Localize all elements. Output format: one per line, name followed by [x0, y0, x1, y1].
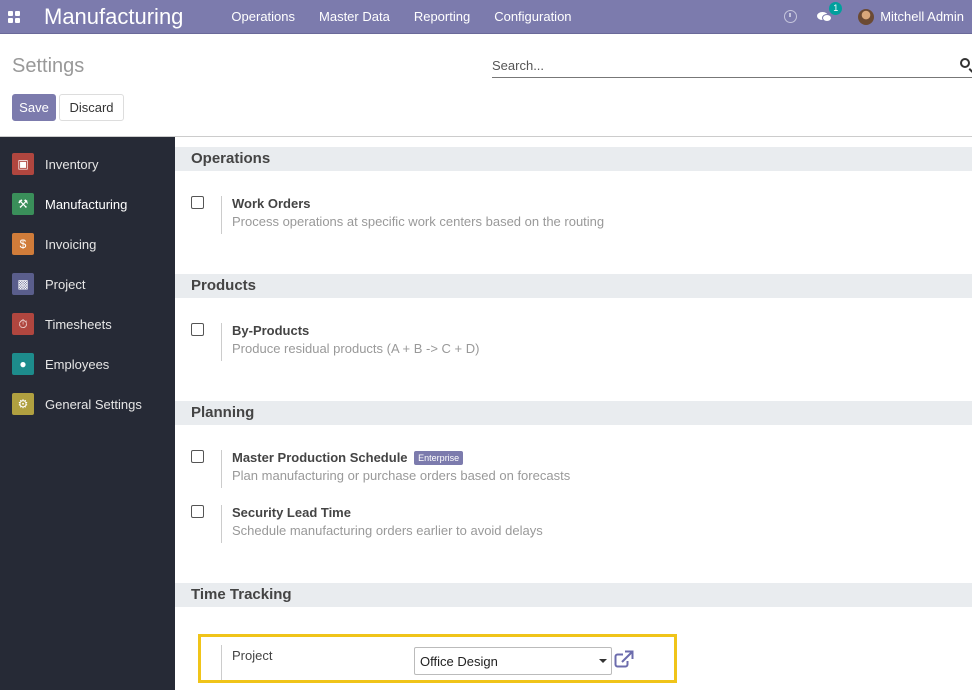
- by-products-checkbox[interactable]: [191, 323, 204, 336]
- section-time-tracking-header: Time Tracking: [175, 583, 972, 607]
- search-input[interactable]: [492, 54, 942, 76]
- top-navbar: Manufacturing Operations Master Data Rep…: [0, 0, 972, 34]
- users-icon: ●: [12, 353, 34, 375]
- caret-down-icon: [599, 659, 607, 663]
- section-products-header: Products: [175, 274, 972, 298]
- sidebar-item-manufacturing[interactable]: ⚒ Manufacturing: [0, 184, 175, 224]
- gear-icon: ⚙: [12, 393, 34, 415]
- section-planning-header: Planning: [175, 401, 972, 425]
- chat-count-badge: 1: [829, 2, 843, 15]
- user-menu[interactable]: Mitchell Admin: [880, 9, 964, 24]
- sidebar-item-label: General Settings: [45, 396, 142, 412]
- project-select[interactable]: Office Design: [414, 647, 612, 675]
- user-avatar[interactable]: [858, 8, 875, 25]
- sidebar-item-timesheets[interactable]: ⏱ Timesheets: [0, 304, 175, 344]
- setting-project: Project Office Design: [221, 645, 634, 680]
- project-select-value: Office Design: [420, 654, 498, 669]
- external-link-icon[interactable]: [614, 650, 634, 668]
- project-label: Project: [232, 648, 273, 663]
- discard-button[interactable]: Discard: [59, 94, 124, 121]
- sidebar-item-employees[interactable]: ● Employees: [0, 344, 175, 384]
- sidebar-item-label: Invoicing: [45, 236, 97, 252]
- menu-master-data[interactable]: Master Data: [319, 9, 390, 24]
- box-icon: ▣: [12, 153, 34, 175]
- setting-description: Schedule manufacturing orders earlier to…: [232, 523, 543, 538]
- setting-body: Security Lead Time Schedule manufacturin…: [221, 505, 543, 543]
- setting-body: Work Orders Process operations at specif…: [221, 196, 604, 234]
- sidebar-item-label: Employees: [45, 356, 110, 372]
- setting-title: Work Orders: [232, 196, 311, 211]
- setting-title: By-Products: [232, 323, 310, 338]
- messaging-button[interactable]: 1: [817, 2, 843, 22]
- app-title[interactable]: Manufacturing: [44, 4, 183, 30]
- sidebar-item-label: Timesheets: [45, 316, 112, 332]
- puzzle-icon: ▩: [12, 273, 34, 295]
- sidebar-item-general-settings[interactable]: ⚙ General Settings: [0, 384, 175, 424]
- setting-description: Plan manufacturing or purchase orders ba…: [232, 468, 571, 483]
- section-operations-header: Operations: [175, 147, 972, 171]
- sidebar-item-label: Inventory: [45, 156, 99, 172]
- sidebar-item-inventory[interactable]: ▣ Inventory: [0, 144, 175, 184]
- save-button[interactable]: Save: [12, 94, 56, 121]
- work-orders-checkbox[interactable]: [191, 196, 204, 209]
- wrench-icon: ⚒: [12, 193, 34, 215]
- menu-operations[interactable]: Operations: [231, 9, 295, 24]
- setting-title: Security Lead Time: [232, 505, 351, 520]
- setting-body: By-Products Produce residual products (A…: [221, 323, 479, 361]
- search-icon[interactable]: [960, 58, 970, 68]
- security-lead-time-checkbox[interactable]: [191, 505, 204, 518]
- setting-title-row: Master Production Schedule Enterprise: [232, 450, 570, 466]
- invoice-icon: $: [12, 233, 34, 255]
- setting-body: Master Production Schedule Enterprise Pl…: [221, 450, 570, 488]
- settings-sidebar: ▣ Inventory ⚒ Manufacturing $ Invoicing …: [0, 137, 175, 690]
- menu-configuration[interactable]: Configuration: [494, 9, 571, 24]
- sidebar-item-label: Project: [45, 276, 86, 292]
- settings-content: Operations Work Orders Process operation…: [175, 137, 972, 690]
- sidebar-item-label: Manufacturing: [45, 196, 128, 212]
- search-bar: [492, 54, 972, 78]
- menu-reporting[interactable]: Reporting: [414, 9, 470, 24]
- navbar-right: 1 Mitchell Admin: [784, 0, 972, 34]
- sidebar-item-invoicing[interactable]: $ Invoicing: [0, 224, 175, 264]
- stopwatch-icon: ⏱: [12, 313, 34, 335]
- setting-description: Produce residual products (A + B -> C + …: [232, 341, 480, 356]
- apps-menu-icon[interactable]: [2, 0, 26, 34]
- setting-title: Master Production Schedule: [232, 450, 408, 465]
- mps-checkbox[interactable]: [191, 450, 204, 463]
- enterprise-badge: Enterprise: [414, 451, 464, 465]
- page-title: Settings: [12, 55, 85, 77]
- control-panel: Settings Save Discard: [0, 40, 972, 137]
- sidebar-item-project[interactable]: ▩ Project: [0, 264, 175, 304]
- activity-clock-icon[interactable]: [784, 10, 798, 23]
- setting-description: Process operations at specific work cent…: [232, 214, 605, 229]
